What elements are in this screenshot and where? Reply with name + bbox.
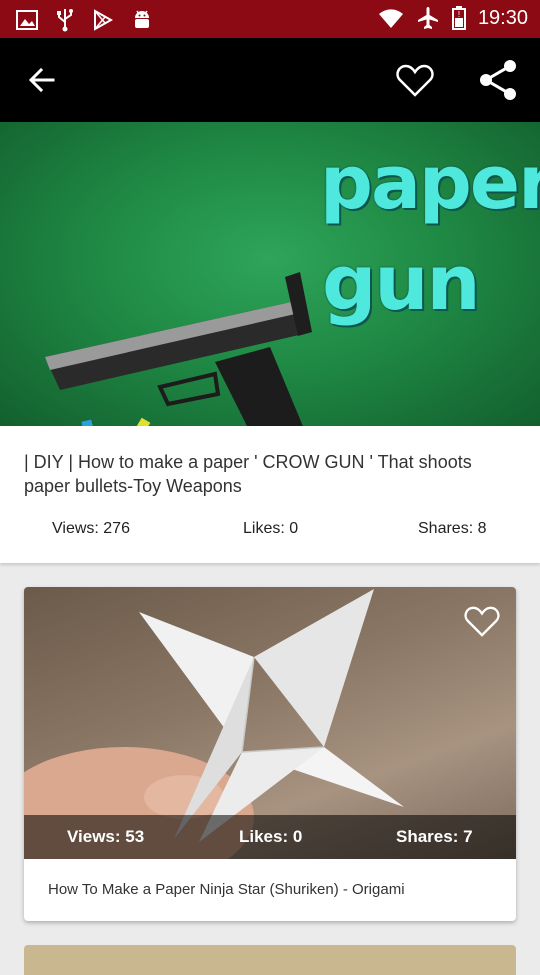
shares-count: Shares: 7 (396, 827, 473, 846)
usb-icon (57, 9, 73, 32)
views-count: Views: 53 (67, 827, 145, 846)
thumbnail-title-line2: gun (322, 238, 481, 327)
likes-count: Likes: 0 (239, 827, 303, 846)
back-button[interactable] (18, 56, 66, 104)
battery-icon: ! (451, 6, 466, 30)
heart-outline-icon (396, 64, 434, 97)
likes-count: Likes: 0 (243, 520, 299, 537)
notification-icons (16, 8, 152, 32)
thumbnail-title-line1: paper (320, 140, 540, 226)
system-icons: ! 19:30 (378, 6, 528, 30)
video-stats: Views: 276 Likes: 0 Shares: 8 (0, 520, 540, 544)
related-video-card[interactable]: Views: 53 Likes: 0 Shares: 7 How To Make… (24, 587, 516, 921)
heart-outline-icon (464, 606, 500, 637)
clock: 19:30 (477, 6, 528, 29)
related-video-stats: Views: 53 Likes: 0 Shares: 7 (24, 815, 516, 859)
views-count: Views: 276 (52, 520, 130, 537)
status-bar: ! 19:30 (0, 0, 540, 38)
arrow-back-icon (28, 67, 55, 93)
toolbar (0, 38, 540, 122)
airplane-icon (417, 7, 438, 29)
related-video-thumbnail[interactable]: Views: 53 Likes: 0 Shares: 7 (24, 587, 516, 859)
share-button[interactable] (474, 56, 522, 104)
video-info-card: | DIY | How to make a paper ' CROW GUN '… (0, 426, 540, 563)
video-title: | DIY | How to make a paper ' CROW GUN '… (24, 452, 472, 496)
shares-count: Shares: 8 (418, 520, 487, 537)
share-icon (480, 60, 516, 100)
favorite-button[interactable] (391, 56, 439, 104)
wifi-icon (378, 9, 403, 28)
svg-text:!: ! (458, 10, 460, 19)
video-thumbnail[interactable]: paper gun (0, 122, 540, 426)
related-video-title: How To Make a Paper Ninja Star (Shuriken… (48, 881, 405, 898)
play-store-icon (94, 9, 114, 31)
markers (81, 417, 151, 426)
related-video-card-next[interactable] (24, 945, 516, 975)
android-icon (135, 10, 149, 28)
favorite-button[interactable] (464, 605, 500, 642)
image-icon (16, 10, 38, 30)
